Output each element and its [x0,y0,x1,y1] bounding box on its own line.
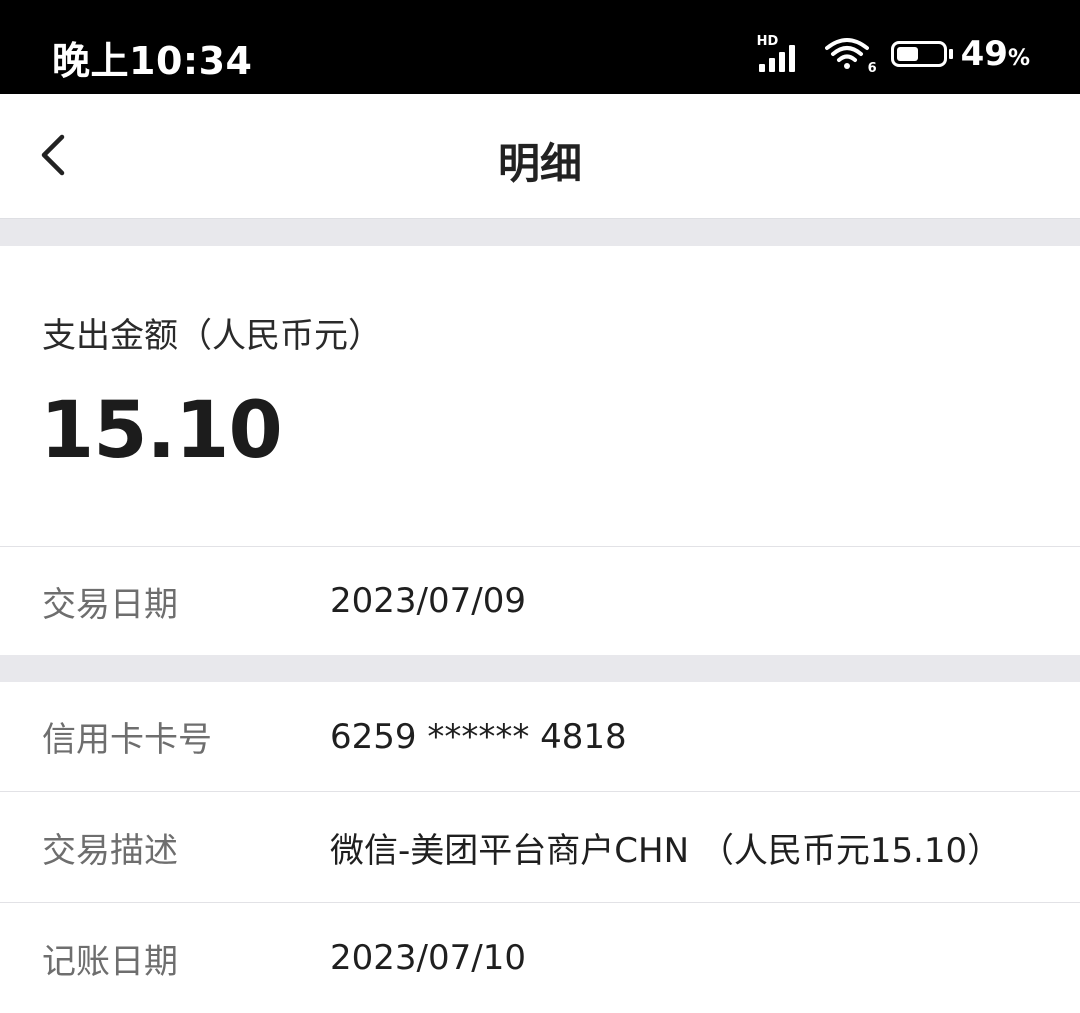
card-number-value: 6259 ****** 4818 [330,716,627,757]
transaction-date-value: 2023/07/09 [330,581,526,621]
page-title: 明细 [497,139,582,188]
battery-fill [896,47,919,61]
wifi-6-badge: 6 [867,61,877,76]
transaction-date-row: 交易日期 2023/07/09 [0,546,1080,655]
amount-section: 支出金额（人民币元） 15.10 [0,246,1080,546]
card-number-label: 信用卡卡号 [42,720,212,760]
battery-percent-number: 49 [960,34,1008,74]
transaction-date-label: 交易日期 [42,584,178,625]
nav-bar: 明细 [0,94,1080,219]
posting-date-value: 2023/07/10 [330,938,526,978]
status-icons: HD 6 49% [757,34,1030,76]
section-divider [0,219,1080,246]
posting-date-row: 记账日期 2023/07/10 [0,902,1080,1013]
battery-tip [948,49,953,59]
description-label: 交易描述 [42,830,178,871]
wifi-icon: 6 [824,36,877,76]
status-bar: 晚上10:34 HD 6 49% [0,0,1080,94]
amount-value: 15.10 [40,386,283,476]
battery-percent: 49% [961,34,1030,74]
battery-percent-sign: % [1007,46,1030,71]
card-number-row: 信用卡卡号 6259 ****** 4818 [0,682,1080,791]
amount-label: 支出金额（人民币元） [42,316,382,356]
description-value: 微信-美团平台商户CHN （人民币元15.10） [330,830,1002,871]
battery-icon [890,41,947,67]
status-time: 晚上10:34 [52,39,253,83]
posting-date-label: 记账日期 [42,941,178,982]
section-divider [0,655,1080,682]
battery-indicator: 49% [890,34,1030,74]
cellular-signal-icon: HD [757,34,807,72]
description-row: 交易描述 微信-美团平台商户CHN （人民币元15.10） [0,791,1080,902]
